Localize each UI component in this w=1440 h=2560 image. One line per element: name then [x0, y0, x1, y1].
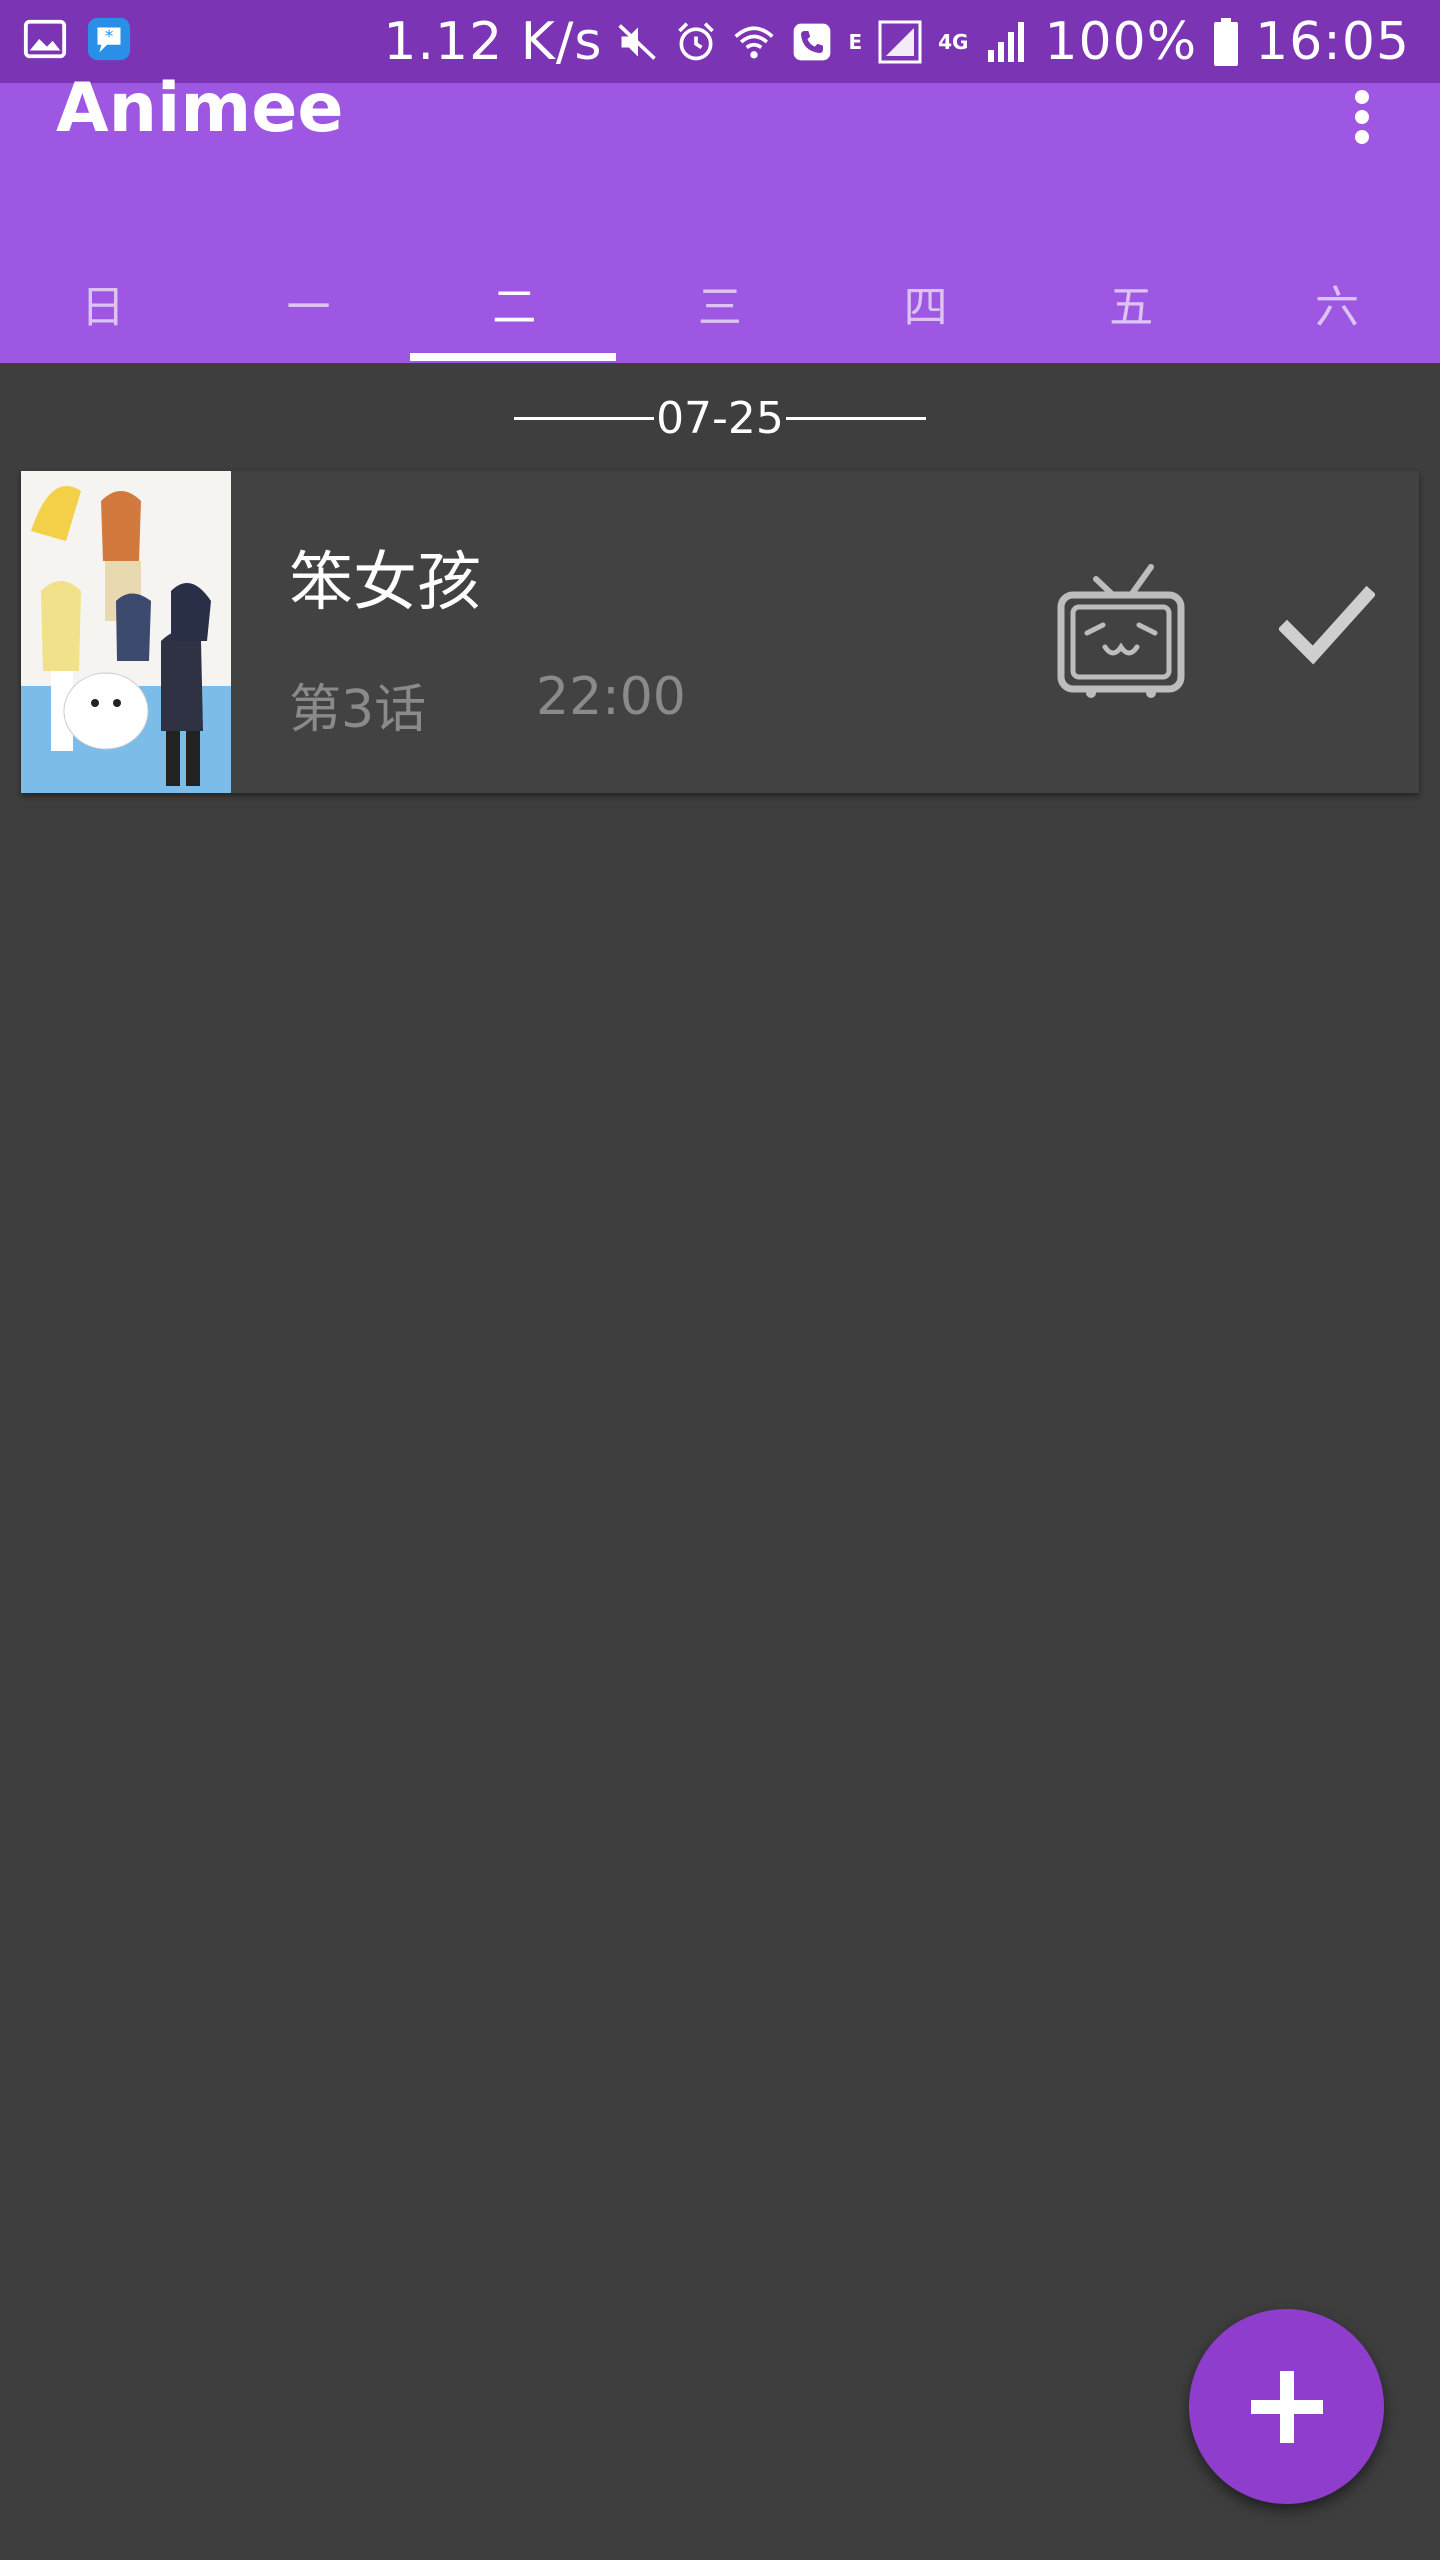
date-label: 07-25 — [656, 392, 784, 444]
check-icon[interactable] — [1279, 585, 1375, 665]
air-time: 22:00 — [536, 667, 686, 727]
call-icon — [794, 23, 831, 60]
signal-icon — [878, 20, 922, 63]
tv-icon[interactable] — [1051, 559, 1191, 699]
tab-tuesday[interactable]: 二 — [411, 243, 617, 363]
svg-text:*: * — [105, 27, 114, 47]
tab-friday[interactable]: 五 — [1028, 243, 1234, 363]
anime-title: 笨女孩 — [289, 546, 481, 620]
tab-wednesday[interactable]: 三 — [617, 243, 823, 363]
anime-cover-image — [21, 471, 231, 793]
battery-percent: 100% — [1044, 11, 1198, 72]
tab-monday[interactable]: 一 — [206, 243, 412, 363]
add-button[interactable] — [1189, 2309, 1384, 2504]
divider — [785, 416, 926, 420]
more-vert-icon[interactable] — [1340, 87, 1384, 147]
tab-saturday[interactable]: 六 — [1234, 243, 1440, 363]
wifi-icon — [734, 25, 775, 58]
alarm-icon — [678, 21, 715, 60]
network-4g-label: 4G — [938, 29, 969, 54]
network-e-label: E — [848, 29, 863, 54]
anime-card[interactable]: 笨女孩 第3话 22:00 — [21, 471, 1419, 793]
battery-icon — [1214, 17, 1239, 66]
network-speed: 1.12 K/s — [383, 11, 603, 72]
app-bar: Animee 日 一 二 三 四 五 六 — [0, 69, 1440, 363]
date-heading: 07-25 — [0, 383, 1440, 453]
chat-app-icon: * — [87, 17, 131, 61]
gallery-icon — [23, 19, 67, 59]
tab-sunday[interactable]: 日 — [0, 243, 206, 363]
weekday-tabs: 日 一 二 三 四 五 六 — [0, 243, 1440, 363]
signal-icon — [988, 21, 1025, 62]
plus-icon — [1250, 2370, 1323, 2443]
app-title: Animee — [56, 69, 344, 148]
tab-indicator — [410, 353, 616, 361]
mute-icon — [618, 23, 657, 60]
tab-thursday[interactable]: 四 — [823, 243, 1029, 363]
episode-label: 第3话 — [289, 680, 427, 740]
divider — [514, 416, 655, 420]
clock: 16:05 — [1255, 11, 1410, 72]
